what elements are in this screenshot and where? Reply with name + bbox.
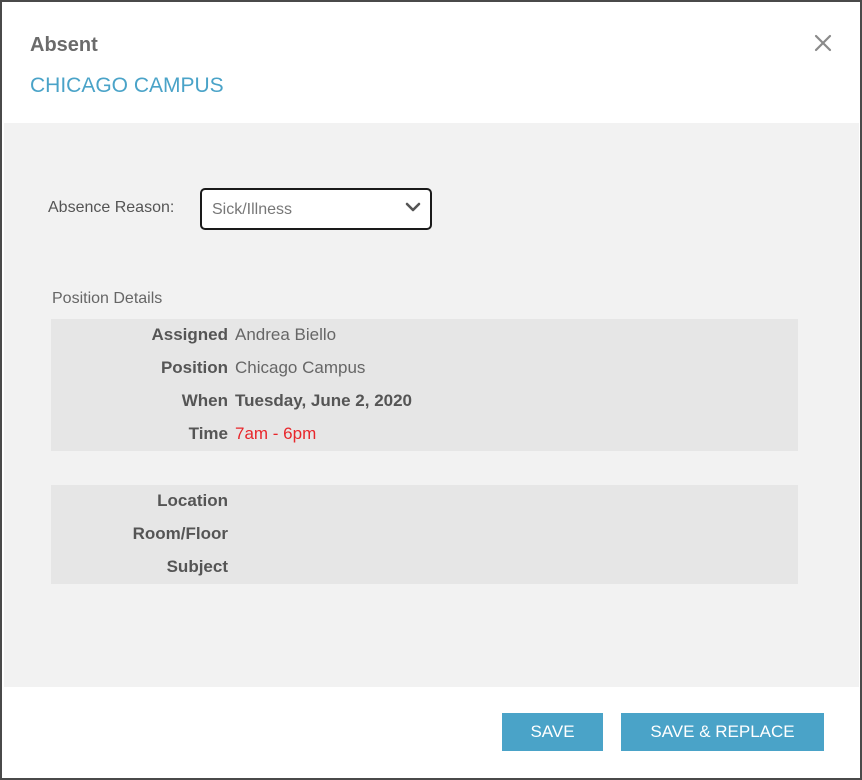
- save-button[interactable]: SAVE: [502, 713, 603, 751]
- detail-row-subject: Subject: [51, 551, 798, 584]
- absent-dialog: Absent CHICAGO CAMPUS Absence Reason: Si…: [0, 0, 862, 780]
- detail-label: Room/Floor: [132, 524, 228, 543]
- dialog-header: Absent CHICAGO CAMPUS: [2, 2, 860, 122]
- detail-row-position: Position Chicago Campus: [51, 352, 798, 385]
- chevron-down-icon: [405, 202, 421, 212]
- detail-label: Assigned: [151, 325, 228, 344]
- dialog-subtitle: CHICAGO CAMPUS: [30, 74, 224, 97]
- detail-value: Tuesday, June 2, 2020: [235, 391, 413, 410]
- detail-label: Time: [188, 424, 228, 443]
- detail-label: Location: [157, 491, 228, 510]
- position-details-label: Position Details: [52, 290, 163, 307]
- detail-row-location: Location: [51, 485, 798, 518]
- close-button[interactable]: [810, 30, 836, 56]
- detail-label: When: [181, 391, 228, 410]
- location-details-panel: Location Room/Floor Subject: [51, 485, 798, 584]
- dialog-body: Absence Reason: Sick/Illness Position De…: [4, 123, 859, 687]
- absence-reason-label: Absence Reason:: [48, 199, 175, 216]
- detail-label: Subject: [166, 557, 228, 576]
- detail-value: Chicago Campus: [235, 358, 366, 377]
- detail-label: Position: [160, 358, 228, 377]
- detail-row-assigned: Assigned Andrea Biello: [51, 319, 798, 352]
- detail-value-time: 7am - 6pm: [235, 424, 317, 443]
- absence-reason-value: Sick/Illness: [212, 201, 293, 218]
- close-icon: [814, 34, 832, 52]
- detail-row-time: Time 7am - 6pm: [51, 418, 798, 451]
- detail-row-when: When Tuesday, June 2, 2020: [51, 385, 798, 418]
- save-and-replace-button[interactable]: SAVE & REPLACE: [621, 713, 824, 751]
- dialog-footer: SAVE SAVE & REPLACE: [2, 687, 860, 778]
- absence-reason-select[interactable]: Sick/Illness: [200, 188, 432, 230]
- position-details-panel: Assigned Andrea Biello Position Chicago …: [51, 319, 798, 451]
- dialog-title: Absent: [30, 34, 98, 56]
- detail-value: Andrea Biello: [235, 325, 337, 344]
- detail-row-room-floor: Room/Floor: [51, 518, 798, 551]
